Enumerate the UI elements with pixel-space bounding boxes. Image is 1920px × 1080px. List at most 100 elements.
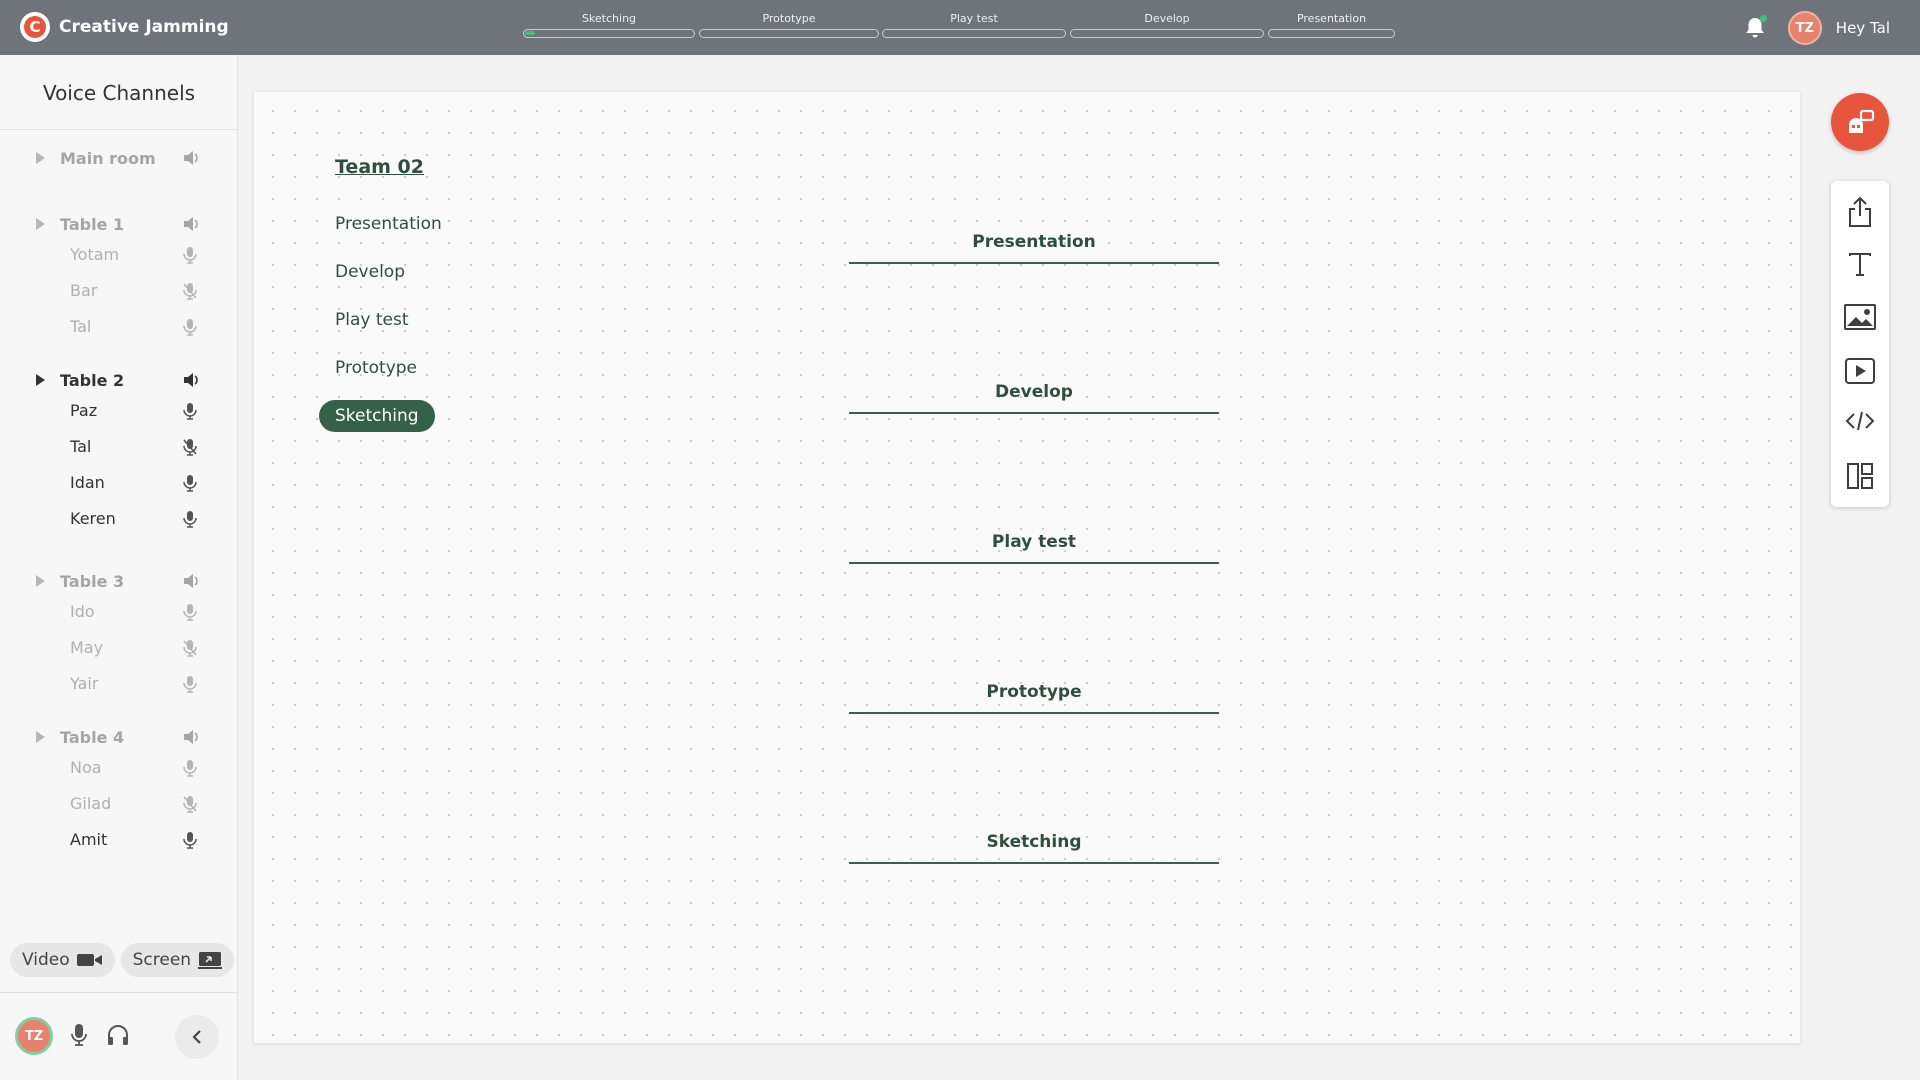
voice-room-name: Table 1: [60, 214, 125, 234]
voice-member-name: May: [70, 638, 104, 657]
stage-section-title: Prototype: [986, 682, 1082, 702]
app-name: Creative Jamming: [59, 17, 229, 37]
speaker-icon[interactable]: [182, 572, 200, 590]
text-tool[interactable]: [1831, 237, 1889, 291]
microphone-icon: [182, 759, 198, 777]
voice-member[interactable]: Keren: [0, 501, 238, 537]
video-camera-icon: [76, 954, 102, 966]
microphone-icon: [182, 474, 198, 492]
microphone-icon: [182, 318, 198, 336]
voice-room-header[interactable]: Table 4: [0, 724, 238, 750]
voice-member[interactable]: Paz: [0, 393, 238, 429]
code-tool[interactable]: [1831, 394, 1889, 448]
speaker-icon[interactable]: [182, 371, 200, 389]
expand-arrow-icon[interactable]: [36, 152, 45, 164]
stage-step-label: Develop: [1144, 12, 1190, 25]
invite-users-button[interactable]: [1831, 93, 1889, 151]
stage-section[interactable]: Develop: [849, 378, 1219, 414]
stage-link[interactable]: Prototype: [319, 344, 458, 392]
voice-room-name: Table 2: [60, 370, 125, 390]
voice-room: Table 3 Ido May Yair: [0, 568, 238, 702]
whiteboard-canvas[interactable]: Team 02 Presentation Develop Play test Prot…: [254, 92, 1800, 1043]
stage-link-list: Presentation Develop Play test Prototype Ske…: [319, 200, 458, 440]
voice-member[interactable]: Amit: [0, 822, 238, 858]
tools-panel: [1831, 181, 1889, 507]
my-avatar[interactable]: TZ: [15, 1017, 53, 1055]
microphone-icon: [182, 675, 198, 693]
image-icon: [1844, 304, 1876, 330]
stage-link-label: Develop: [335, 262, 405, 282]
stage-section[interactable]: Play test: [849, 528, 1219, 564]
stage-link[interactable]: Play test: [319, 296, 458, 344]
voice-member[interactable]: Yotam: [0, 237, 238, 273]
voice-room-header[interactable]: Table 3: [0, 568, 238, 594]
stage-section[interactable]: Prototype: [849, 678, 1219, 714]
expand-arrow-icon[interactable]: [36, 374, 45, 386]
voice-member[interactable]: Ido: [0, 594, 238, 630]
app-logo: C: [20, 12, 50, 42]
expand-arrow-icon[interactable]: [36, 575, 45, 587]
stage-section-title: Develop: [995, 382, 1073, 402]
voice-member-name: Paz: [70, 401, 98, 420]
brand[interactable]: C Creative Jamming: [20, 12, 229, 42]
voice-member[interactable]: Yair: [0, 666, 238, 702]
expand-arrow-icon[interactable]: [36, 218, 45, 230]
microphone-icon[interactable]: [71, 1023, 87, 1047]
stage-section-title: Presentation: [972, 232, 1096, 252]
screen-share-icon: [198, 952, 223, 969]
voice-member[interactable]: Idan: [0, 465, 238, 501]
stage-progress-bar: [523, 29, 695, 38]
stage-section[interactable]: Presentation: [849, 228, 1219, 264]
video-tool[interactable]: [1831, 344, 1889, 398]
notification-bell-icon[interactable]: [1740, 13, 1770, 43]
voice-room-header[interactable]: Table 1: [0, 211, 238, 237]
stage-progress-bar: [1070, 29, 1264, 38]
stage-step[interactable]: Prototype: [699, 12, 879, 42]
collapse-sidebar-button[interactable]: [175, 1015, 219, 1059]
user-controls: TZ: [0, 992, 238, 1080]
user-avatar[interactable]: TZ: [1787, 11, 1822, 45]
share-tool[interactable]: [1831, 185, 1889, 239]
top-bar: C Creative Jamming Sketching Prototype Pla…: [0, 0, 1920, 55]
user-add-icon: [1849, 109, 1875, 133]
screen-share-button[interactable]: Screen: [120, 943, 235, 977]
text-icon: [1849, 253, 1871, 276]
voice-room-header[interactable]: Main room: [0, 145, 238, 171]
expand-arrow-icon[interactable]: [36, 731, 45, 743]
stage-section[interactable]: Sketching: [849, 828, 1219, 864]
stage-step[interactable]: Play test: [882, 12, 1066, 42]
voice-member[interactable]: Bar: [0, 273, 238, 309]
voice-member-name: Tal: [70, 317, 92, 336]
stage-step[interactable]: Presentation: [1268, 12, 1395, 42]
team-title[interactable]: Team 02: [335, 156, 424, 178]
video-button[interactable]: Video: [10, 943, 115, 977]
voice-member[interactable]: Tal: [0, 309, 238, 345]
voice-channels-sidebar: Voice Channels Main room Table 1 Yotam Bar T…: [0, 55, 238, 1080]
stage-link[interactable]: Sketching: [319, 392, 458, 440]
stage-link[interactable]: Presentation: [319, 200, 458, 248]
stage-step[interactable]: Sketching: [523, 12, 695, 42]
speaker-icon[interactable]: [182, 215, 200, 233]
image-tool[interactable]: [1831, 290, 1889, 344]
layout-tool[interactable]: [1831, 449, 1889, 503]
mic-muted-icon: [182, 795, 198, 813]
top-right-area: TZ Hey Tal: [1740, 11, 1890, 45]
voice-member[interactable]: Tal: [0, 429, 238, 465]
voice-member-name: Noa: [70, 758, 102, 777]
stage-step-label: Play test: [950, 12, 998, 25]
chevron-left-icon: [192, 1030, 201, 1044]
voice-room-name: Main room: [60, 148, 156, 168]
voice-member[interactable]: Gilad: [0, 786, 238, 822]
stage-link-label: Prototype: [335, 358, 418, 378]
speaker-icon[interactable]: [182, 149, 200, 167]
voice-member-name: Ido: [70, 602, 95, 621]
stage-step[interactable]: Develop: [1070, 12, 1264, 42]
headset-icon[interactable]: [106, 1023, 130, 1047]
voice-member[interactable]: Noa: [0, 750, 238, 786]
stage-link[interactable]: Develop: [319, 248, 458, 296]
voice-member[interactable]: May: [0, 630, 238, 666]
stage-progress: Sketching Prototype Play test Develop Presen…: [523, 12, 1395, 42]
speaker-icon[interactable]: [182, 728, 200, 746]
stage-progress-fill: [525, 31, 536, 35]
voice-room-header[interactable]: Table 2: [0, 367, 238, 393]
